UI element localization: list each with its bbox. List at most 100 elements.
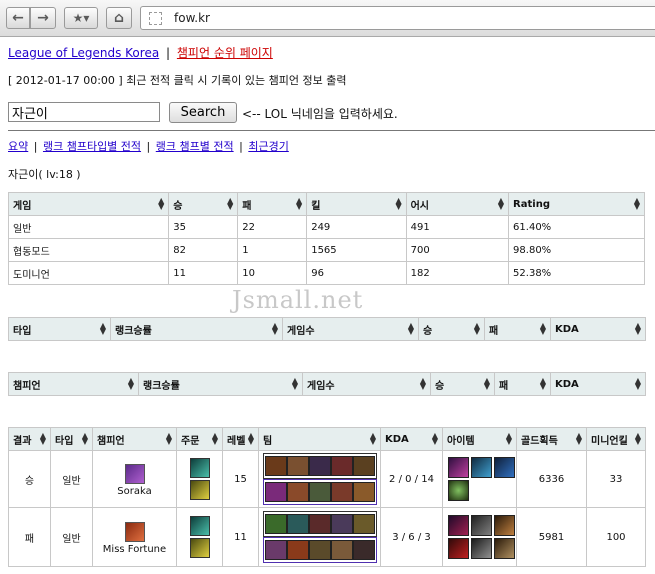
cell: 700	[405, 238, 510, 262]
divider	[8, 130, 655, 131]
col-header[interactable]: 패 ▲ ▼	[494, 372, 551, 396]
col-header[interactable]: 게임수 ▲ ▼	[282, 317, 419, 341]
back-button[interactable]: ←	[6, 7, 30, 29]
col-header[interactable]: 어시 ▲ ▼	[405, 192, 510, 216]
col-header[interactable]: 승 ▲ ▼	[430, 372, 495, 396]
address-url: fow.kr	[174, 11, 210, 25]
col-header[interactable]: 골드획득 ▲ ▼	[516, 427, 587, 451]
item-icon	[494, 515, 515, 536]
cell: 10	[237, 261, 308, 285]
champion-rank-link[interactable]: 챔피언 순위 페이지	[177, 46, 273, 60]
tab-recent-games[interactable]: 최근경기	[248, 140, 288, 153]
col-header[interactable]: 타입 ▲ ▼	[50, 427, 93, 451]
summoner-spell-icon	[189, 480, 210, 500]
col-header[interactable]: 챔피언 ▲ ▼	[8, 372, 139, 396]
col-header[interactable]: 레벨 ▲ ▼	[222, 427, 259, 451]
cell: 96	[306, 261, 407, 285]
table-header-row: 게임 ▲ ▼ 승 ▲ ▼ 패 ▲ ▼ 킬 ▲ ▼ 어시 ▲ ▼ Rating ▲ ▼	[7, 192, 645, 216]
gold-cell: 6336	[516, 450, 587, 508]
item-icon	[448, 480, 469, 501]
table-row: 일반 35 22 249 491 61.40%	[7, 215, 645, 239]
sort-icon: ▲ ▼	[634, 321, 641, 336]
team-champion-icon	[353, 514, 375, 534]
sort-icon: ▲ ▼	[539, 376, 546, 391]
address-bar[interactable]: fow.kr	[140, 6, 655, 30]
cell: 도미니언	[7, 261, 170, 285]
cell: 1	[237, 238, 308, 262]
sort-icon: ▲ ▼	[483, 376, 490, 391]
sort-icon: ▲ ▼	[296, 196, 303, 211]
champion-name: Miss Fortune	[102, 543, 167, 555]
item-icon	[448, 457, 469, 478]
col-header[interactable]: 팀 ▲ ▼	[258, 427, 381, 451]
col-header[interactable]: 미니언킬 ▲ ▼	[586, 427, 646, 451]
section-tabs: 요약 | 랭크 챔프타입별 전적 | 랭크 챔프별 전적 | 최근경기	[8, 138, 289, 154]
col-header[interactable]: 랭크승률 ▲ ▼	[110, 317, 283, 341]
col-header[interactable]: 타입 ▲ ▼	[8, 317, 111, 341]
col-header[interactable]: 킬 ▲ ▼	[306, 192, 407, 216]
sort-icon: ▲ ▼	[505, 431, 512, 446]
team-champion-icon	[331, 540, 353, 560]
minions-cell: 33	[586, 450, 646, 508]
team-champion-icon	[265, 514, 287, 534]
champion-name: Soraka	[117, 485, 152, 497]
sort-icon: ▲ ▼	[39, 431, 46, 446]
player-name-level: 자근이( lv:18 )	[8, 168, 81, 181]
tab-rank-by-champion[interactable]: 랭크 챔프별 전적	[156, 140, 234, 153]
sort-icon: ▲ ▼	[634, 431, 641, 446]
bookmarks-button[interactable]: ★▾	[64, 7, 98, 29]
col-header[interactable]: 승 ▲ ▼	[418, 317, 485, 341]
sort-icon: ▲ ▼	[227, 196, 234, 211]
sort-icon: ▲ ▼	[497, 196, 505, 211]
table-row[interactable]: 패 일반 Miss Fortune 11 3 / 6 / 3 5981 100	[8, 507, 646, 567]
col-header[interactable]: 주문 ▲ ▼	[176, 427, 223, 451]
item-icon	[448, 538, 469, 559]
team-champion-icon	[353, 456, 375, 476]
col-header[interactable]: 게임수 ▲ ▼	[302, 372, 431, 396]
spells-cell	[176, 507, 223, 567]
team-champion-icon	[331, 482, 353, 502]
col-header[interactable]: 패 ▲ ▼	[237, 192, 308, 216]
cell: 일반	[7, 215, 170, 239]
champion-type-table: 타입 ▲ ▼ 랭크승률 ▲ ▼ 게임수 ▲ ▼ 승 ▲ ▼ 패 ▲ ▼ KDA ▲ ▼	[8, 317, 646, 341]
item-icon	[494, 538, 515, 559]
cell: 1565	[306, 238, 407, 262]
col-header[interactable]: 아이템 ▲ ▼	[442, 427, 517, 451]
col-header[interactable]: KDA ▲ ▼	[550, 317, 646, 341]
site-link[interactable]: League of Legends Korea	[8, 46, 159, 60]
team-cell	[258, 450, 381, 508]
team-champion-icon	[287, 514, 309, 534]
champion-portrait-icon	[124, 521, 145, 542]
search-button[interactable]: Search	[169, 102, 237, 123]
tab-separator: |	[239, 140, 243, 153]
col-header[interactable]: 랭크승률 ▲ ▼	[138, 372, 303, 396]
home-button[interactable]: ⌂	[106, 7, 132, 29]
col-header[interactable]: Rating ▲ ▼	[508, 192, 645, 216]
team-purple	[263, 537, 377, 563]
tab-summary[interactable]: 요약	[8, 140, 28, 153]
team-champion-icon	[353, 540, 375, 560]
items-cell	[442, 450, 517, 508]
sort-icon: ▲ ▼	[431, 431, 438, 446]
sort-icon: ▲ ▼	[165, 431, 172, 446]
sort-icon: ▲ ▼	[419, 376, 426, 391]
sort-icon: ▲ ▼	[247, 431, 254, 446]
col-header[interactable]: KDA ▲ ▼	[550, 372, 646, 396]
team-champion-icon	[309, 540, 331, 560]
forward-button[interactable]: →	[30, 7, 56, 29]
col-header[interactable]: 승 ▲ ▼	[168, 192, 239, 216]
col-header[interactable]: 패 ▲ ▼	[484, 317, 551, 341]
tab-rank-by-type[interactable]: 랭크 챔프타입별 전적	[43, 140, 141, 153]
col-header[interactable]: KDA ▲ ▼	[380, 427, 443, 451]
sort-icon: ▲ ▼	[369, 431, 376, 446]
col-header[interactable]: 게임 ▲ ▼	[7, 192, 170, 216]
sort-icon: ▲ ▼	[633, 196, 640, 211]
col-header[interactable]: 챔피언 ▲ ▼	[92, 427, 177, 451]
minions-cell: 100	[586, 507, 646, 567]
bookmark-star-icon: ★▾	[72, 11, 90, 25]
table-row[interactable]: 승 일반 Soraka 15 2 / 0 / 14 6336 33	[8, 450, 646, 508]
summoner-search-input[interactable]	[8, 102, 160, 122]
col-header[interactable]: 결과 ▲ ▼	[8, 427, 51, 451]
sort-icon: ▲ ▼	[473, 321, 480, 336]
result-cell: 패	[8, 507, 51, 567]
